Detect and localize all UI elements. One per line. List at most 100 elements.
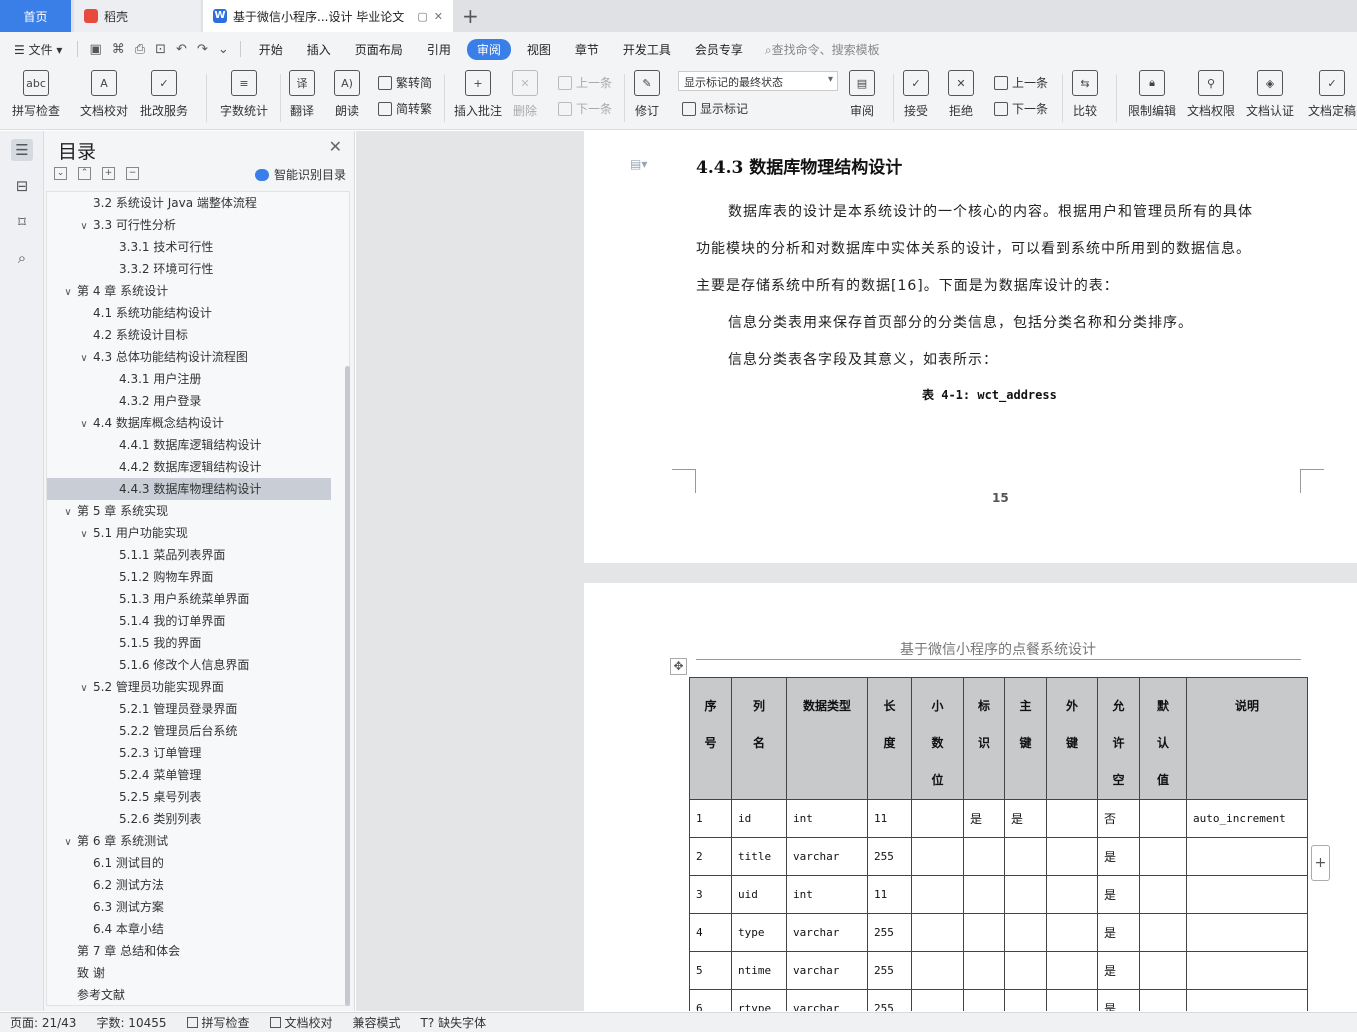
expand-all-icon[interactable]: ⌄	[54, 167, 67, 180]
toc-item[interactable]: 6.3 测试方案	[47, 896, 331, 918]
tab-document[interactable]: W 基于微信小程序...设计 毕业论文 ▢ ✕	[203, 0, 453, 32]
doc-final-button[interactable]: ✓ 文档定稿	[1308, 70, 1356, 119]
tab-daoke[interactable]: 稻壳	[74, 0, 201, 32]
toc-item[interactable]: 第 7 章 总结和体会	[47, 940, 331, 962]
new-tab-icon[interactable]: +	[462, 4, 479, 28]
translate-button[interactable]: 译翻译	[289, 70, 315, 119]
toc-item[interactable]: 参考文献	[47, 984, 331, 1005]
simp-to-trad-button[interactable]: 简转繁	[378, 100, 432, 117]
toc-item[interactable]: 4.4.1 数据库逻辑结构设计	[47, 434, 331, 456]
restrict-edit-button[interactable]: 🔒︎ 限制编辑	[1128, 70, 1176, 119]
toc-item[interactable]: 5.1.4 我的订单界面	[47, 610, 331, 632]
toc-item[interactable]: 5.2.5 桌号列表	[47, 786, 331, 808]
print-icon[interactable]: ⎙	[130, 42, 150, 57]
table-move-icon[interactable]: ✥	[670, 658, 687, 675]
tab-view[interactable]: 视图	[515, 41, 563, 58]
status-proofread[interactable]: 文档校对	[260, 1014, 343, 1031]
pin-icon[interactable]: ▢	[417, 10, 427, 23]
read-aloud-button[interactable]: A) 朗读	[334, 70, 360, 119]
toc-item[interactable]: ∨ 4.4 数据库概念结构设计	[47, 412, 331, 434]
toc-item[interactable]: 5.2.2 管理员后台系统	[47, 720, 331, 742]
smart-toc-button[interactable]: 智能识别目录	[254, 166, 346, 183]
toc-item[interactable]: 5.2.1 管理员登录界面	[47, 698, 331, 720]
toc-item[interactable]: ∨ 4.3 总体功能结构设计流程图	[47, 346, 331, 368]
toc-item[interactable]: 致 谢	[47, 962, 331, 984]
tab-review[interactable]: 审阅	[466, 38, 511, 60]
toc-item[interactable]: ∨ 3.3 可行性分析	[47, 214, 331, 236]
doc-auth-button[interactable]: ◈ 文档认证	[1246, 70, 1294, 119]
missing-font[interactable]: T? 缺失字体	[411, 1014, 497, 1031]
toc-panel-icon[interactable]: ☰	[11, 139, 33, 161]
tab-start[interactable]: 开始	[247, 41, 295, 58]
chevron-down-icon[interactable]: ∨	[77, 414, 91, 436]
proofread-button[interactable]: A 文档校对	[80, 70, 128, 119]
toc-item[interactable]: 4.3.1 用户注册	[47, 368, 331, 390]
close-tab-icon[interactable]: ✕	[434, 10, 443, 23]
toc-item[interactable]: 4.2 系统设计目标	[47, 324, 331, 346]
chevron-down-icon[interactable]: ∨	[61, 832, 75, 854]
toc-item[interactable]: 5.2.6 类别列表	[47, 808, 331, 830]
toc-item[interactable]: ∨ 5.2 管理员功能实现界面	[47, 676, 331, 698]
toc-item[interactable]: 5.1.5 我的界面	[47, 632, 331, 654]
chevron-down-icon[interactable]: ∨	[77, 348, 91, 370]
doc-rights-button[interactable]: ⚲ 文档权限	[1187, 70, 1235, 119]
toc-item[interactable]: 5.1.1 菜品列表界面	[47, 544, 331, 566]
track-changes-button[interactable]: ✎ 修订	[634, 70, 660, 119]
prev-change-button[interactable]: 上一条	[994, 74, 1048, 91]
toc-item[interactable]: 4.1 系统功能结构设计	[47, 302, 331, 324]
accept-change-button[interactable]: ✓ 接受	[903, 70, 929, 119]
page-menu-icon[interactable]: ▤▾	[630, 157, 647, 171]
show-markup-button[interactable]: 显示标记	[682, 100, 748, 117]
chevron-down-icon[interactable]: ∨	[61, 282, 75, 304]
command-search[interactable]: ⌕查找命令、搜索模板	[765, 41, 880, 58]
toc-item[interactable]: ∨ 第 6 章 系统测试	[47, 830, 331, 852]
toc-item[interactable]: 4.4.2 数据库逻辑结构设计	[47, 456, 331, 478]
prev-comment-button[interactable]: 上一条	[558, 74, 612, 91]
find-icon[interactable]: ⌕	[11, 247, 33, 269]
compare-button[interactable]: ⇆ 比较	[1072, 70, 1098, 119]
toc-item[interactable]: 6.4 本章小结	[47, 918, 331, 940]
trad-to-simp-button[interactable]: 繁转简	[378, 74, 432, 91]
toc-item[interactable]: 3.3.1 技术可行性	[47, 236, 331, 258]
toc-item[interactable]: 6.1 测试目的	[47, 852, 331, 874]
file-menu[interactable]: ☰ 文件 ▾	[0, 41, 71, 58]
tab-layout[interactable]: 页面布局	[343, 41, 415, 58]
spell-check-button[interactable]: abc 拼写检查	[12, 70, 60, 119]
format-painter-icon[interactable]: ⌘	[107, 42, 130, 57]
redo-icon[interactable]: ↷	[192, 42, 213, 57]
navigation-icon[interactable]: ⊟	[11, 175, 33, 197]
toc-item[interactable]: 6.2 测试方法	[47, 874, 331, 896]
toc-item[interactable]: 4.3.2 用户登录	[47, 390, 331, 412]
page-count[interactable]: 页面: 21/43	[0, 1014, 86, 1031]
print-preview-icon[interactable]: ⊡	[150, 42, 171, 57]
toc-item[interactable]: 3.2 系统设计 Java 端整体流程	[47, 192, 331, 214]
chevron-down-icon[interactable]: ∨	[77, 524, 91, 546]
tab-developer[interactable]: 开发工具	[611, 41, 683, 58]
close-icon[interactable]: ✕	[329, 137, 342, 156]
markup-state-select[interactable]: 显示标记的最终状态	[678, 71, 838, 91]
customize-icon[interactable]: ⌄	[213, 42, 234, 57]
bookmark-icon[interactable]: ⌑	[11, 211, 33, 233]
tab-section[interactable]: 章节	[563, 41, 611, 58]
remove-heading-icon[interactable]: −	[126, 167, 139, 180]
toc-item[interactable]: 5.1.2 购物车界面	[47, 566, 331, 588]
next-change-button[interactable]: 下一条	[994, 100, 1048, 117]
tab-insert[interactable]: 插入	[295, 41, 343, 58]
reject-change-button[interactable]: ✕ 拒绝	[948, 70, 974, 119]
toc-item[interactable]: 4.4.3 数据库物理结构设计	[47, 478, 331, 500]
review-pane-button[interactable]: ▤ 审阅	[849, 70, 875, 119]
undo-icon[interactable]: ↶	[171, 42, 192, 57]
tab-member[interactable]: 会员专享	[683, 41, 755, 58]
toc-item[interactable]: 3.3.2 环境可行性	[47, 258, 331, 280]
tab-home[interactable]: 首页	[0, 0, 71, 32]
toc-item[interactable]: ∨ 5.1 用户功能实现	[47, 522, 331, 544]
toc-item[interactable]: 5.2.3 订单管理	[47, 742, 331, 764]
chevron-down-icon[interactable]: ∨	[61, 502, 75, 524]
next-comment-button[interactable]: 下一条	[558, 100, 612, 117]
toc-item[interactable]: ∨ 第 5 章 系统实现	[47, 500, 331, 522]
chevron-down-icon[interactable]: ∨	[77, 678, 91, 700]
toc-item[interactable]: 5.2.4 菜单管理	[47, 764, 331, 786]
toc-scrollbar[interactable]	[345, 366, 350, 1006]
chevron-down-icon[interactable]: ∨	[77, 216, 91, 238]
word-count[interactable]: 字数: 10455	[86, 1014, 176, 1031]
